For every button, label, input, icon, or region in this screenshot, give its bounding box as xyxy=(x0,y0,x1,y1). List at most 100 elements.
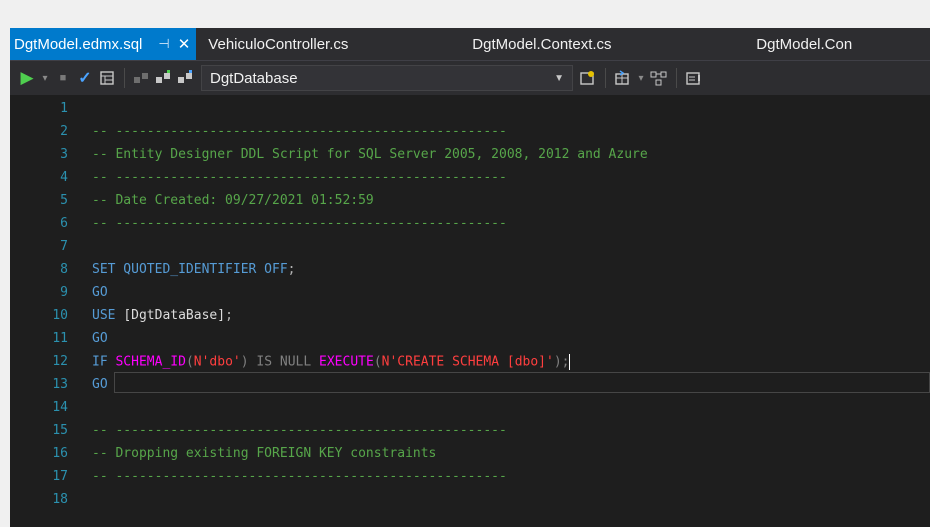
code-editor[interactable]: 1 2 -- -----------------------------------… xyxy=(10,95,930,527)
code-line[interactable]: 8 SET QUOTED_IDENTIFIER OFF; xyxy=(10,258,930,281)
close-icon[interactable]: ✕ xyxy=(178,35,191,53)
line-number: 15 xyxy=(52,423,68,438)
code-text: SET QUOTED_IDENTIFIER OFF; xyxy=(92,262,296,277)
code-line[interactable]: 3 -- Entity Designer DDL Script for SQL S… xyxy=(10,143,930,166)
code-line[interactable]: 2 -- ------------------------------------… xyxy=(10,120,930,143)
change-connection-icon[interactable] xyxy=(175,65,197,91)
execute-dropdown-icon[interactable]: ▾ xyxy=(38,65,52,91)
line-number: 8 xyxy=(60,262,68,277)
code-line[interactable]: 5 -- Date Created: 09/27/2021 01:52:59 xyxy=(10,189,930,212)
code-token: [DgtDataBase] xyxy=(123,308,226,323)
code-token: -- Date Created: 09/27/2021 01:52:59 xyxy=(92,193,374,208)
code-line[interactable]: 11 GO xyxy=(10,327,930,350)
code-line[interactable]: 14 xyxy=(10,396,930,419)
code-line[interactable]: 4 -- ------------------------------------… xyxy=(10,166,930,189)
tab-label: DgtModel.edmx.sql xyxy=(14,35,143,53)
line-number: 12 xyxy=(52,354,68,369)
line-number: 17 xyxy=(52,469,68,484)
tab-dgtmodel-con[interactable]: DgtModel.Con xyxy=(742,28,862,60)
line-number: 6 xyxy=(60,216,68,231)
code-line[interactable]: 17 -- -----------------------------------… xyxy=(10,465,930,488)
code-text: GO xyxy=(92,377,108,392)
line-number: 16 xyxy=(52,446,68,461)
line-number: 3 xyxy=(60,147,68,162)
line-number: 5 xyxy=(60,193,68,208)
code-line[interactable]: 18 xyxy=(10,488,930,511)
results-grid-icon[interactable] xyxy=(96,65,118,91)
code-token: GO xyxy=(92,331,108,346)
line-number: 2 xyxy=(60,124,68,139)
line-number: 10 xyxy=(52,308,68,323)
tab-label: DgtModel.Con xyxy=(756,35,853,53)
validate-check-icon[interactable]: ✓ xyxy=(74,65,96,91)
code-token: ) xyxy=(240,354,257,369)
code-line[interactable]: 16 -- Dropping existing FOREIGN KEY const… xyxy=(10,442,930,465)
code-line[interactable]: 10 USE [DgtDataBase]; xyxy=(10,304,930,327)
code-token: -- -------------------------------------… xyxy=(92,170,507,185)
query-options-icon[interactable] xyxy=(683,65,705,91)
code-line[interactable]: 1 xyxy=(10,97,930,120)
connect-icon[interactable] xyxy=(153,65,175,91)
code-token: -- -------------------------------------… xyxy=(92,216,507,231)
stop-icon[interactable]: ■ xyxy=(52,65,74,91)
code-token: -- -------------------------------------… xyxy=(92,124,507,139)
code-token: -- Dropping existing FOREIGN KEY constra… xyxy=(92,446,437,461)
code-token: N'CREATE SCHEMA [dbo]' xyxy=(381,354,554,369)
database-selector[interactable]: DgtDatabase ▼ xyxy=(201,65,573,91)
code-text: USE [DgtDataBase]; xyxy=(92,308,233,323)
tab-vehiculocontroller[interactable]: VehiculoController.cs xyxy=(196,28,462,60)
line-number: 7 xyxy=(60,239,68,254)
code-token: EXECUTE xyxy=(319,354,374,369)
code-token: ; xyxy=(287,262,296,277)
code-line[interactable]: 6 -- ------------------------------------… xyxy=(10,212,930,235)
line-number: 9 xyxy=(60,285,68,300)
code-text: -- Entity Designer DDL Script for SQL Se… xyxy=(92,147,648,162)
code-token: IF xyxy=(92,354,116,369)
sql-toolbar: ▶ ▾ ■ ✓ DgtDatabase ▼ ▾ xyxy=(10,60,930,95)
execute-play-icon[interactable]: ▶ xyxy=(16,65,38,91)
sql-editor-window: DgtModel.edmx.sql ⊣ ✕ VehiculoController… xyxy=(10,28,930,527)
text-caret xyxy=(569,353,571,370)
document-tab-bar: DgtModel.edmx.sql ⊣ ✕ VehiculoController… xyxy=(10,28,930,60)
results-to-icon[interactable] xyxy=(612,65,634,91)
line-number: 4 xyxy=(60,170,68,185)
results-dropdown-icon[interactable]: ▾ xyxy=(634,65,648,91)
code-text: -- Dropping existing FOREIGN KEY constra… xyxy=(92,446,436,461)
chevron-down-icon: ▼ xyxy=(554,72,564,84)
tab-dgtmodel-edmx-sql[interactable]: DgtModel.edmx.sql ⊣ ✕ xyxy=(10,28,197,60)
code-token: IS NULL xyxy=(256,354,320,369)
tab-label: DgtModel.Context.cs xyxy=(472,35,612,53)
code-line[interactable]: 7 xyxy=(10,235,930,258)
code-token: GO xyxy=(92,285,108,300)
code-token: GO xyxy=(92,377,108,392)
code-text: GO xyxy=(92,285,108,300)
tab-dgtmodel-context[interactable]: DgtModel.Context.cs xyxy=(462,28,742,60)
code-text: -- -------------------------------------… xyxy=(92,423,507,438)
code-token: ; xyxy=(225,308,233,323)
code-text: -- Date Created: 09/27/2021 01:52:59 xyxy=(92,193,374,208)
line-number: 18 xyxy=(52,492,68,507)
estimated-plan-icon[interactable] xyxy=(577,65,599,91)
disconnect-icon[interactable] xyxy=(131,65,153,91)
code-line[interactable]: 12 IF SCHEMA_ID(N'dbo') IS NULL EXECUTE(N… xyxy=(10,350,930,373)
code-line[interactable]: 13 GO xyxy=(10,373,930,396)
code-token: N'dbo' xyxy=(193,354,241,369)
code-text: -- -------------------------------------… xyxy=(92,124,507,139)
code-token: -- Entity Designer DDL Script for SQL Se… xyxy=(92,147,648,162)
toolbar-separator xyxy=(676,68,677,88)
code-text: -- -------------------------------------… xyxy=(92,469,507,484)
schema-compare-icon[interactable] xyxy=(648,65,670,91)
code-line[interactable]: 9 GO xyxy=(10,281,930,304)
code-line[interactable]: 15 -- -----------------------------------… xyxy=(10,419,930,442)
code-token: ( xyxy=(185,354,194,369)
code-text: -- -------------------------------------… xyxy=(92,170,507,185)
pin-icon[interactable]: ⊣ xyxy=(158,36,169,52)
code-token: -- -------------------------------------… xyxy=(92,423,507,438)
line-number: 1 xyxy=(60,101,68,116)
code-token: SET QUOTED_IDENTIFIER OFF xyxy=(92,262,288,277)
line-number: 11 xyxy=(52,331,68,346)
toolbar-separator xyxy=(124,68,125,88)
tab-label: VehiculoController.cs xyxy=(208,35,349,53)
code-token: -- -------------------------------------… xyxy=(92,469,507,484)
code-token: ); xyxy=(553,354,570,369)
